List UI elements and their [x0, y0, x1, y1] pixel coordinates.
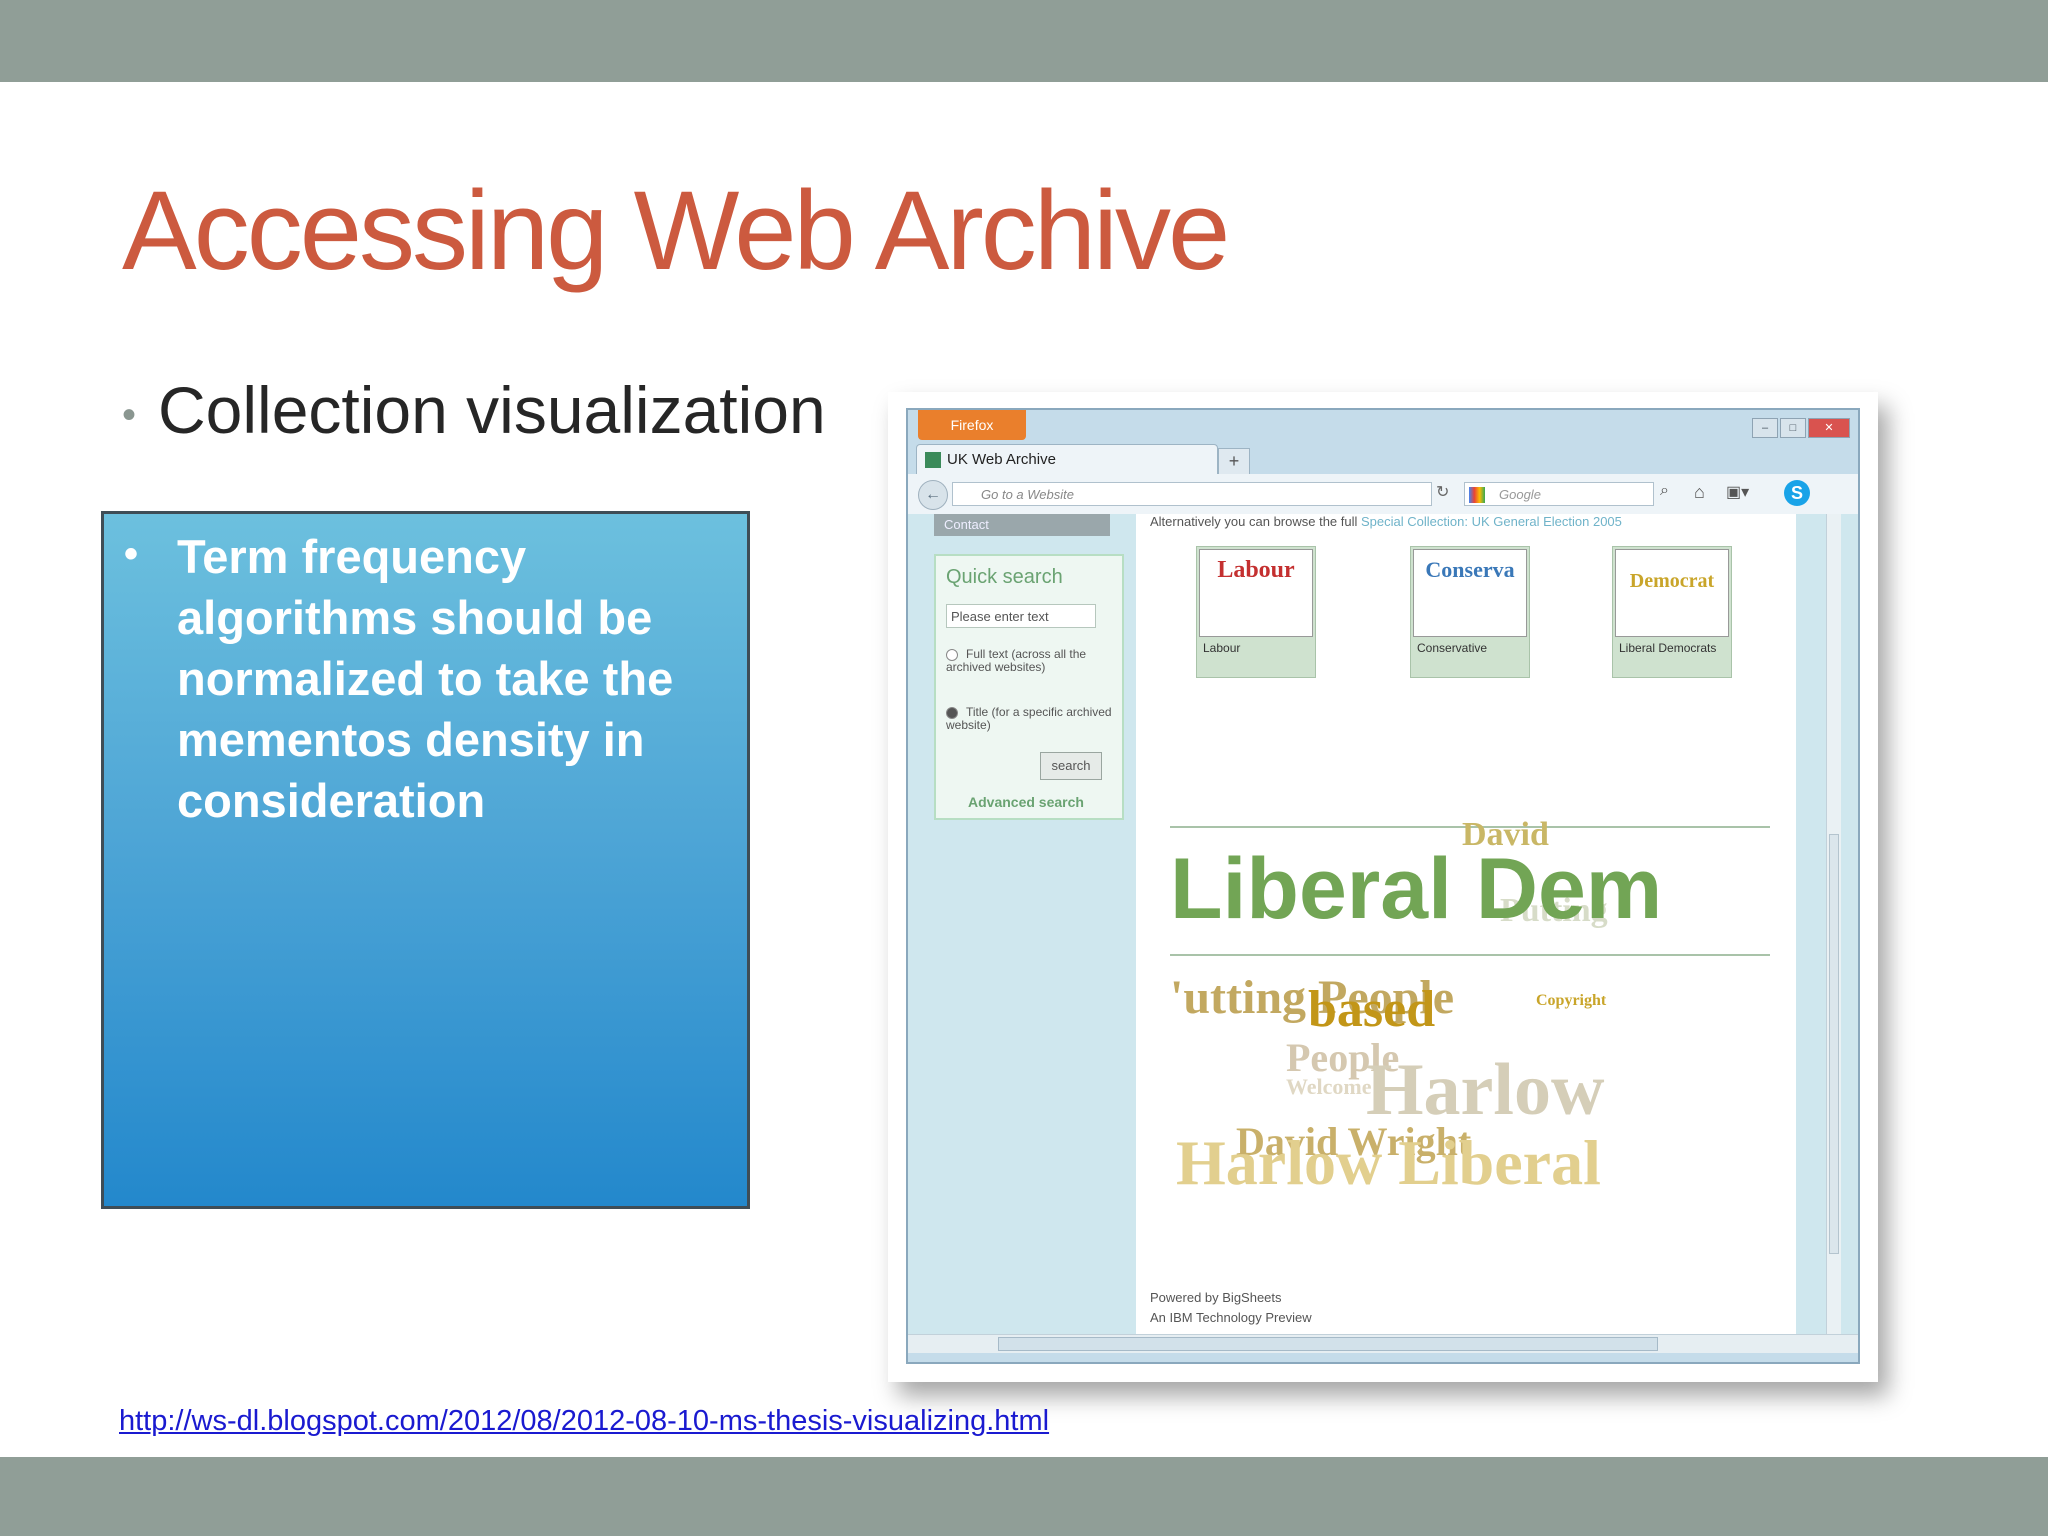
google-icon [1469, 487, 1485, 503]
party-label: Labour [1203, 641, 1241, 655]
quick-search-input[interactable]: Please enter text [946, 604, 1096, 628]
footer-ibm: An IBM Technology Preview [1150, 1310, 1312, 1325]
main-content: Alternatively you can browse the full Sp… [1136, 514, 1796, 1334]
bottom-band [0, 1457, 2048, 1536]
search-field[interactable]: Google [1464, 482, 1654, 506]
new-tab-button[interactable]: + [1218, 448, 1250, 476]
tab-uk-web-archive[interactable]: UK Web Archive [916, 444, 1218, 475]
bullet-collection-visualization: • Collection visualization [122, 372, 826, 448]
advanced-search-link[interactable]: Advanced search [968, 794, 1084, 810]
quick-search-panel: Quick search Please enter text Full text… [934, 554, 1124, 820]
party-label: Conservative [1417, 641, 1488, 655]
search-icon[interactable]: ⌕ [1660, 482, 1669, 500]
url-field[interactable]: Go to a Website [952, 482, 1432, 506]
vertical-scrollbar[interactable] [1826, 514, 1841, 1334]
favicon-icon [925, 452, 941, 469]
browser-screenshot: Firefox – □ ✕ UK Web Archive + ← Go to a… [888, 392, 1878, 1382]
browser-window: Firefox – □ ✕ UK Web Archive + ← Go to a… [906, 408, 1860, 1364]
reload-icon[interactable]: ↻ [1436, 482, 1449, 502]
navigation-bar: ← Go to a Website ↻ Google ⌕ ⌂ ▣▾ S [908, 474, 1858, 515]
minimize-icon[interactable]: – [1752, 418, 1778, 438]
callout-text: Term frequency algorithms should be norm… [177, 530, 674, 827]
window-controls: – □ ✕ [1752, 418, 1850, 438]
home-icon[interactable]: ⌂ [1694, 482, 1705, 503]
radio-title-label: Title (for a specific archived website) [946, 705, 1112, 732]
footer-powered-by: Powered by BigSheets [1150, 1290, 1282, 1305]
party-thumbnail: Conserva [1413, 549, 1527, 637]
firefox-menu-button[interactable]: Firefox [918, 410, 1026, 440]
close-icon[interactable]: ✕ [1808, 418, 1850, 438]
divider [1170, 954, 1770, 956]
horizontal-scrollbar[interactable] [908, 1334, 1858, 1353]
bookmarks-icon[interactable]: ▣▾ [1726, 482, 1749, 502]
browse-collection-text: Alternatively you can browse the full Sp… [1150, 514, 1622, 529]
vertical-scroll-thumb[interactable] [1829, 834, 1839, 1254]
maximize-icon[interactable]: □ [1780, 418, 1806, 438]
word-copyright: Copyright [1536, 992, 1607, 1009]
word-welcome: Welcome [1286, 1074, 1372, 1099]
slide-title: Accessing Web Archive [122, 168, 1230, 293]
callout-box: • Term frequency algorithms should be no… [101, 511, 750, 1209]
party-label: Liberal Democrats [1619, 641, 1717, 655]
party-thumbnail: Democrat [1615, 549, 1729, 637]
top-band [0, 0, 2048, 82]
party-card-liberal-democrats[interactable]: Democrat Liberal Democrats [1612, 546, 1732, 678]
quick-search-title: Quick search [946, 566, 1063, 588]
callout-bullet-icon: • [124, 532, 139, 576]
party-card-conservative[interactable]: Conserva Conservative [1410, 546, 1530, 678]
special-collection-link[interactable]: Special Collection: UK General Election … [1361, 514, 1622, 529]
back-arrow-icon[interactable]: ← [918, 480, 948, 510]
radio-full-text[interactable]: Full text (across all the archived websi… [946, 648, 1116, 674]
skype-icon[interactable]: S [1784, 480, 1810, 506]
word-harlow-liberal: Harlow Liberal [1176, 1127, 1601, 1198]
search-button[interactable]: search [1040, 752, 1102, 780]
horizontal-scroll-thumb[interactable] [998, 1337, 1658, 1351]
word-liberal-dem: Liberal Dem [1170, 841, 1663, 937]
tab-title: UK Web Archive [947, 451, 1056, 468]
contact-link[interactable]: Contact [934, 514, 1110, 536]
bullet-text: Collection visualization [158, 373, 826, 447]
radio-full-text-label: Full text (across all the archived websi… [946, 647, 1087, 674]
bullet-dot-icon: • [122, 393, 137, 438]
word-based: based [1308, 981, 1436, 1038]
radio-title[interactable]: Title (for a specific archived website) [946, 706, 1116, 732]
web-page: Contact Quick search Please enter text F… [908, 514, 1858, 1334]
left-column: Contact Quick search Please enter text F… [924, 514, 1139, 1334]
party-card-labour[interactable]: Labour Labour [1196, 546, 1316, 678]
browse-text: Alternatively you can browse the full [1150, 514, 1358, 529]
party-thumbnail: Labour [1199, 549, 1313, 637]
search-placeholder: Google [1499, 487, 1541, 502]
source-link[interactable]: http://ws-dl.blogspot.com/2012/08/2012-0… [119, 1405, 1049, 1438]
